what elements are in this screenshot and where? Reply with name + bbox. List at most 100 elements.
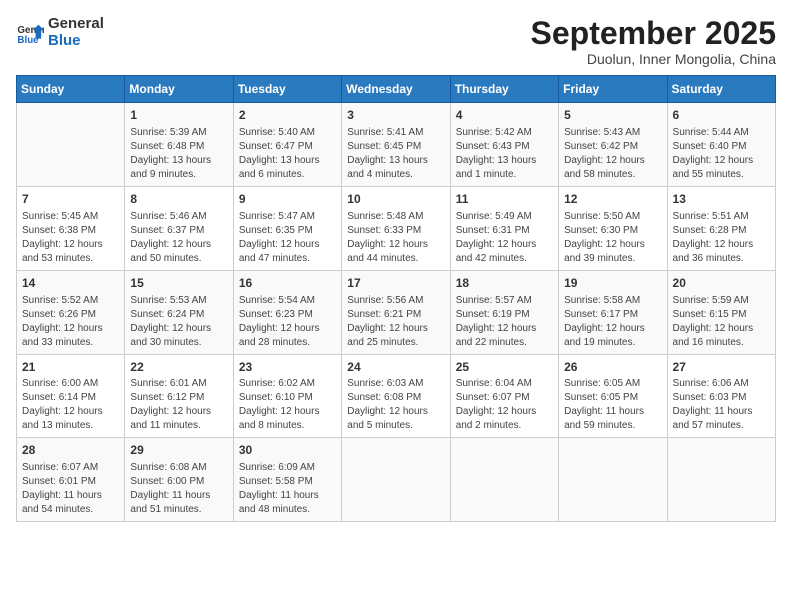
calendar-cell: 22Sunrise: 6:01 AM Sunset: 6:12 PM Dayli… xyxy=(125,354,233,438)
day-number: 30 xyxy=(239,442,336,459)
day-info: Sunrise: 5:57 AM Sunset: 6:19 PM Dayligh… xyxy=(456,294,553,350)
day-number: 19 xyxy=(564,275,661,292)
calendar-week-row: 1 Sunrise: 5:39 AM Sunset: 6:48 PM Daylig… xyxy=(17,103,776,187)
day-number: 12 xyxy=(564,191,661,208)
calendar-cell: 5 Sunrise: 5:43 AM Sunset: 6:42 PM Daylig… xyxy=(559,103,667,187)
day-number: 23 xyxy=(239,359,336,376)
day-info: Sunrise: 6:01 AM Sunset: 6:12 PM Dayligh… xyxy=(130,377,227,433)
day-info: Sunrise: 5:48 AM Sunset: 6:33 PM Dayligh… xyxy=(347,210,444,266)
calendar-cell: 2 Sunrise: 5:40 AM Sunset: 6:47 PM Daylig… xyxy=(233,103,341,187)
day-info: Sunrise: 6:09 AM Sunset: 5:58 PM Dayligh… xyxy=(239,461,336,517)
logo-icon: General Blue xyxy=(16,19,44,47)
day-number: 6 xyxy=(673,107,770,124)
day-number: 5 xyxy=(564,107,661,124)
day-number: 3 xyxy=(347,107,444,124)
day-info: Sunrise: 5:51 AM Sunset: 6:28 PM Dayligh… xyxy=(673,210,770,266)
day-info: Sunrise: 6:07 AM Sunset: 6:01 PM Dayligh… xyxy=(22,461,119,517)
day-info: Sunrise: 6:08 AM Sunset: 6:00 PM Dayligh… xyxy=(130,461,227,517)
day-info: Sunrise: 6:03 AM Sunset: 6:08 PM Dayligh… xyxy=(347,377,444,433)
calendar-cell: 28 Sunrise: 6:07 AM Sunset: 6:01 PM Dayli… xyxy=(17,438,125,522)
day-number: 15 xyxy=(130,275,227,292)
logo-general: General xyxy=(48,15,104,32)
day-info: Sunrise: 6:02 AM Sunset: 6:10 PM Dayligh… xyxy=(239,377,336,433)
day-info: Sunrise: 6:06 AM Sunset: 6:03 PM Dayligh… xyxy=(673,377,770,433)
calendar-cell xyxy=(450,438,558,522)
day-info: Sunrise: 5:54 AM Sunset: 6:23 PM Dayligh… xyxy=(239,294,336,350)
day-number: 28 xyxy=(22,442,119,459)
day-number: 14 xyxy=(22,275,119,292)
day-number: 7 xyxy=(22,191,119,208)
day-info: Sunrise: 5:39 AM Sunset: 6:48 PM Dayligh… xyxy=(130,126,227,182)
day-info: Sunrise: 5:50 AM Sunset: 6:30 PM Dayligh… xyxy=(564,210,661,266)
calendar-cell: 8 Sunrise: 5:46 AM Sunset: 6:37 PM Daylig… xyxy=(125,186,233,270)
calendar-cell: 16Sunrise: 5:54 AM Sunset: 6:23 PM Dayli… xyxy=(233,270,341,354)
page-header: General Blue General Blue September 2025… xyxy=(16,16,776,67)
calendar-cell: 10 Sunrise: 5:48 AM Sunset: 6:33 PM Dayli… xyxy=(342,186,450,270)
calendar-week-row: 28 Sunrise: 6:07 AM Sunset: 6:01 PM Dayli… xyxy=(17,438,776,522)
day-info: Sunrise: 5:46 AM Sunset: 6:37 PM Dayligh… xyxy=(130,210,227,266)
calendar-week-row: 21Sunrise: 6:00 AM Sunset: 6:14 PM Dayli… xyxy=(17,354,776,438)
calendar-week-row: 7 Sunrise: 5:45 AM Sunset: 6:38 PM Daylig… xyxy=(17,186,776,270)
day-number: 22 xyxy=(130,359,227,376)
day-info: Sunrise: 5:44 AM Sunset: 6:40 PM Dayligh… xyxy=(673,126,770,182)
calendar-cell: 11Sunrise: 5:49 AM Sunset: 6:31 PM Dayli… xyxy=(450,186,558,270)
day-info: Sunrise: 6:00 AM Sunset: 6:14 PM Dayligh… xyxy=(22,377,119,433)
day-number: 21 xyxy=(22,359,119,376)
calendar-cell: 1 Sunrise: 5:39 AM Sunset: 6:48 PM Daylig… xyxy=(125,103,233,187)
calendar-cell: 26Sunrise: 6:05 AM Sunset: 6:05 PM Dayli… xyxy=(559,354,667,438)
calendar-cell: 6 Sunrise: 5:44 AM Sunset: 6:40 PM Daylig… xyxy=(667,103,775,187)
day-info: Sunrise: 5:58 AM Sunset: 6:17 PM Dayligh… xyxy=(564,294,661,350)
calendar-cell: 29 Sunrise: 6:08 AM Sunset: 6:00 PM Dayli… xyxy=(125,438,233,522)
day-number: 2 xyxy=(239,107,336,124)
calendar-cell: 9 Sunrise: 5:47 AM Sunset: 6:35 PM Daylig… xyxy=(233,186,341,270)
day-number: 26 xyxy=(564,359,661,376)
calendar-table: SundayMondayTuesdayWednesdayThursdayFrid… xyxy=(16,75,776,522)
day-info: Sunrise: 5:52 AM Sunset: 6:26 PM Dayligh… xyxy=(22,294,119,350)
calendar-cell: 20Sunrise: 5:59 AM Sunset: 6:15 PM Dayli… xyxy=(667,270,775,354)
column-header-wednesday: Wednesday xyxy=(342,76,450,103)
day-info: Sunrise: 6:05 AM Sunset: 6:05 PM Dayligh… xyxy=(564,377,661,433)
calendar-cell xyxy=(559,438,667,522)
day-number: 4 xyxy=(456,107,553,124)
calendar-cell: 15 Sunrise: 5:53 AM Sunset: 6:24 PM Dayli… xyxy=(125,270,233,354)
day-number: 9 xyxy=(239,191,336,208)
calendar-cell: 14 Sunrise: 5:52 AM Sunset: 6:26 PM Dayli… xyxy=(17,270,125,354)
day-number: 29 xyxy=(130,442,227,459)
page-title: September 2025 xyxy=(531,16,776,51)
calendar-cell: 4Sunrise: 5:42 AM Sunset: 6:43 PM Daylig… xyxy=(450,103,558,187)
column-header-sunday: Sunday xyxy=(17,76,125,103)
calendar-week-row: 14 Sunrise: 5:52 AM Sunset: 6:26 PM Dayli… xyxy=(17,270,776,354)
logo: General Blue General Blue xyxy=(16,16,104,49)
calendar-header-row: SundayMondayTuesdayWednesdayThursdayFrid… xyxy=(17,76,776,103)
day-number: 8 xyxy=(130,191,227,208)
day-number: 1 xyxy=(130,107,227,124)
calendar-cell: 25Sunrise: 6:04 AM Sunset: 6:07 PM Dayli… xyxy=(450,354,558,438)
calendar-cell: 19 Sunrise: 5:58 AM Sunset: 6:17 PM Dayli… xyxy=(559,270,667,354)
calendar-cell: 13Sunrise: 5:51 AM Sunset: 6:28 PM Dayli… xyxy=(667,186,775,270)
calendar-cell: 30 Sunrise: 6:09 AM Sunset: 5:58 PM Dayli… xyxy=(233,438,341,522)
calendar-cell: 23Sunrise: 6:02 AM Sunset: 6:10 PM Dayli… xyxy=(233,354,341,438)
day-info: Sunrise: 5:47 AM Sunset: 6:35 PM Dayligh… xyxy=(239,210,336,266)
column-header-tuesday: Tuesday xyxy=(233,76,341,103)
calendar-cell xyxy=(342,438,450,522)
day-number: 25 xyxy=(456,359,553,376)
calendar-cell xyxy=(667,438,775,522)
calendar-cell: 12 Sunrise: 5:50 AM Sunset: 6:30 PM Dayli… xyxy=(559,186,667,270)
day-number: 11 xyxy=(456,191,553,208)
column-header-monday: Monday xyxy=(125,76,233,103)
day-info: Sunrise: 5:56 AM Sunset: 6:21 PM Dayligh… xyxy=(347,294,444,350)
calendar-cell xyxy=(17,103,125,187)
day-number: 10 xyxy=(347,191,444,208)
calendar-cell: 27Sunrise: 6:06 AM Sunset: 6:03 PM Dayli… xyxy=(667,354,775,438)
day-number: 17 xyxy=(347,275,444,292)
day-info: Sunrise: 5:43 AM Sunset: 6:42 PM Dayligh… xyxy=(564,126,661,182)
calendar-cell: 18 Sunrise: 5:57 AM Sunset: 6:19 PM Dayli… xyxy=(450,270,558,354)
day-info: Sunrise: 5:53 AM Sunset: 6:24 PM Dayligh… xyxy=(130,294,227,350)
calendar-cell: 17 Sunrise: 5:56 AM Sunset: 6:21 PM Dayli… xyxy=(342,270,450,354)
page-subtitle: Duolun, Inner Mongolia, China xyxy=(531,51,776,67)
day-info: Sunrise: 5:41 AM Sunset: 6:45 PM Dayligh… xyxy=(347,126,444,182)
day-info: Sunrise: 5:45 AM Sunset: 6:38 PM Dayligh… xyxy=(22,210,119,266)
column-header-thursday: Thursday xyxy=(450,76,558,103)
day-number: 18 xyxy=(456,275,553,292)
day-info: Sunrise: 5:40 AM Sunset: 6:47 PM Dayligh… xyxy=(239,126,336,182)
